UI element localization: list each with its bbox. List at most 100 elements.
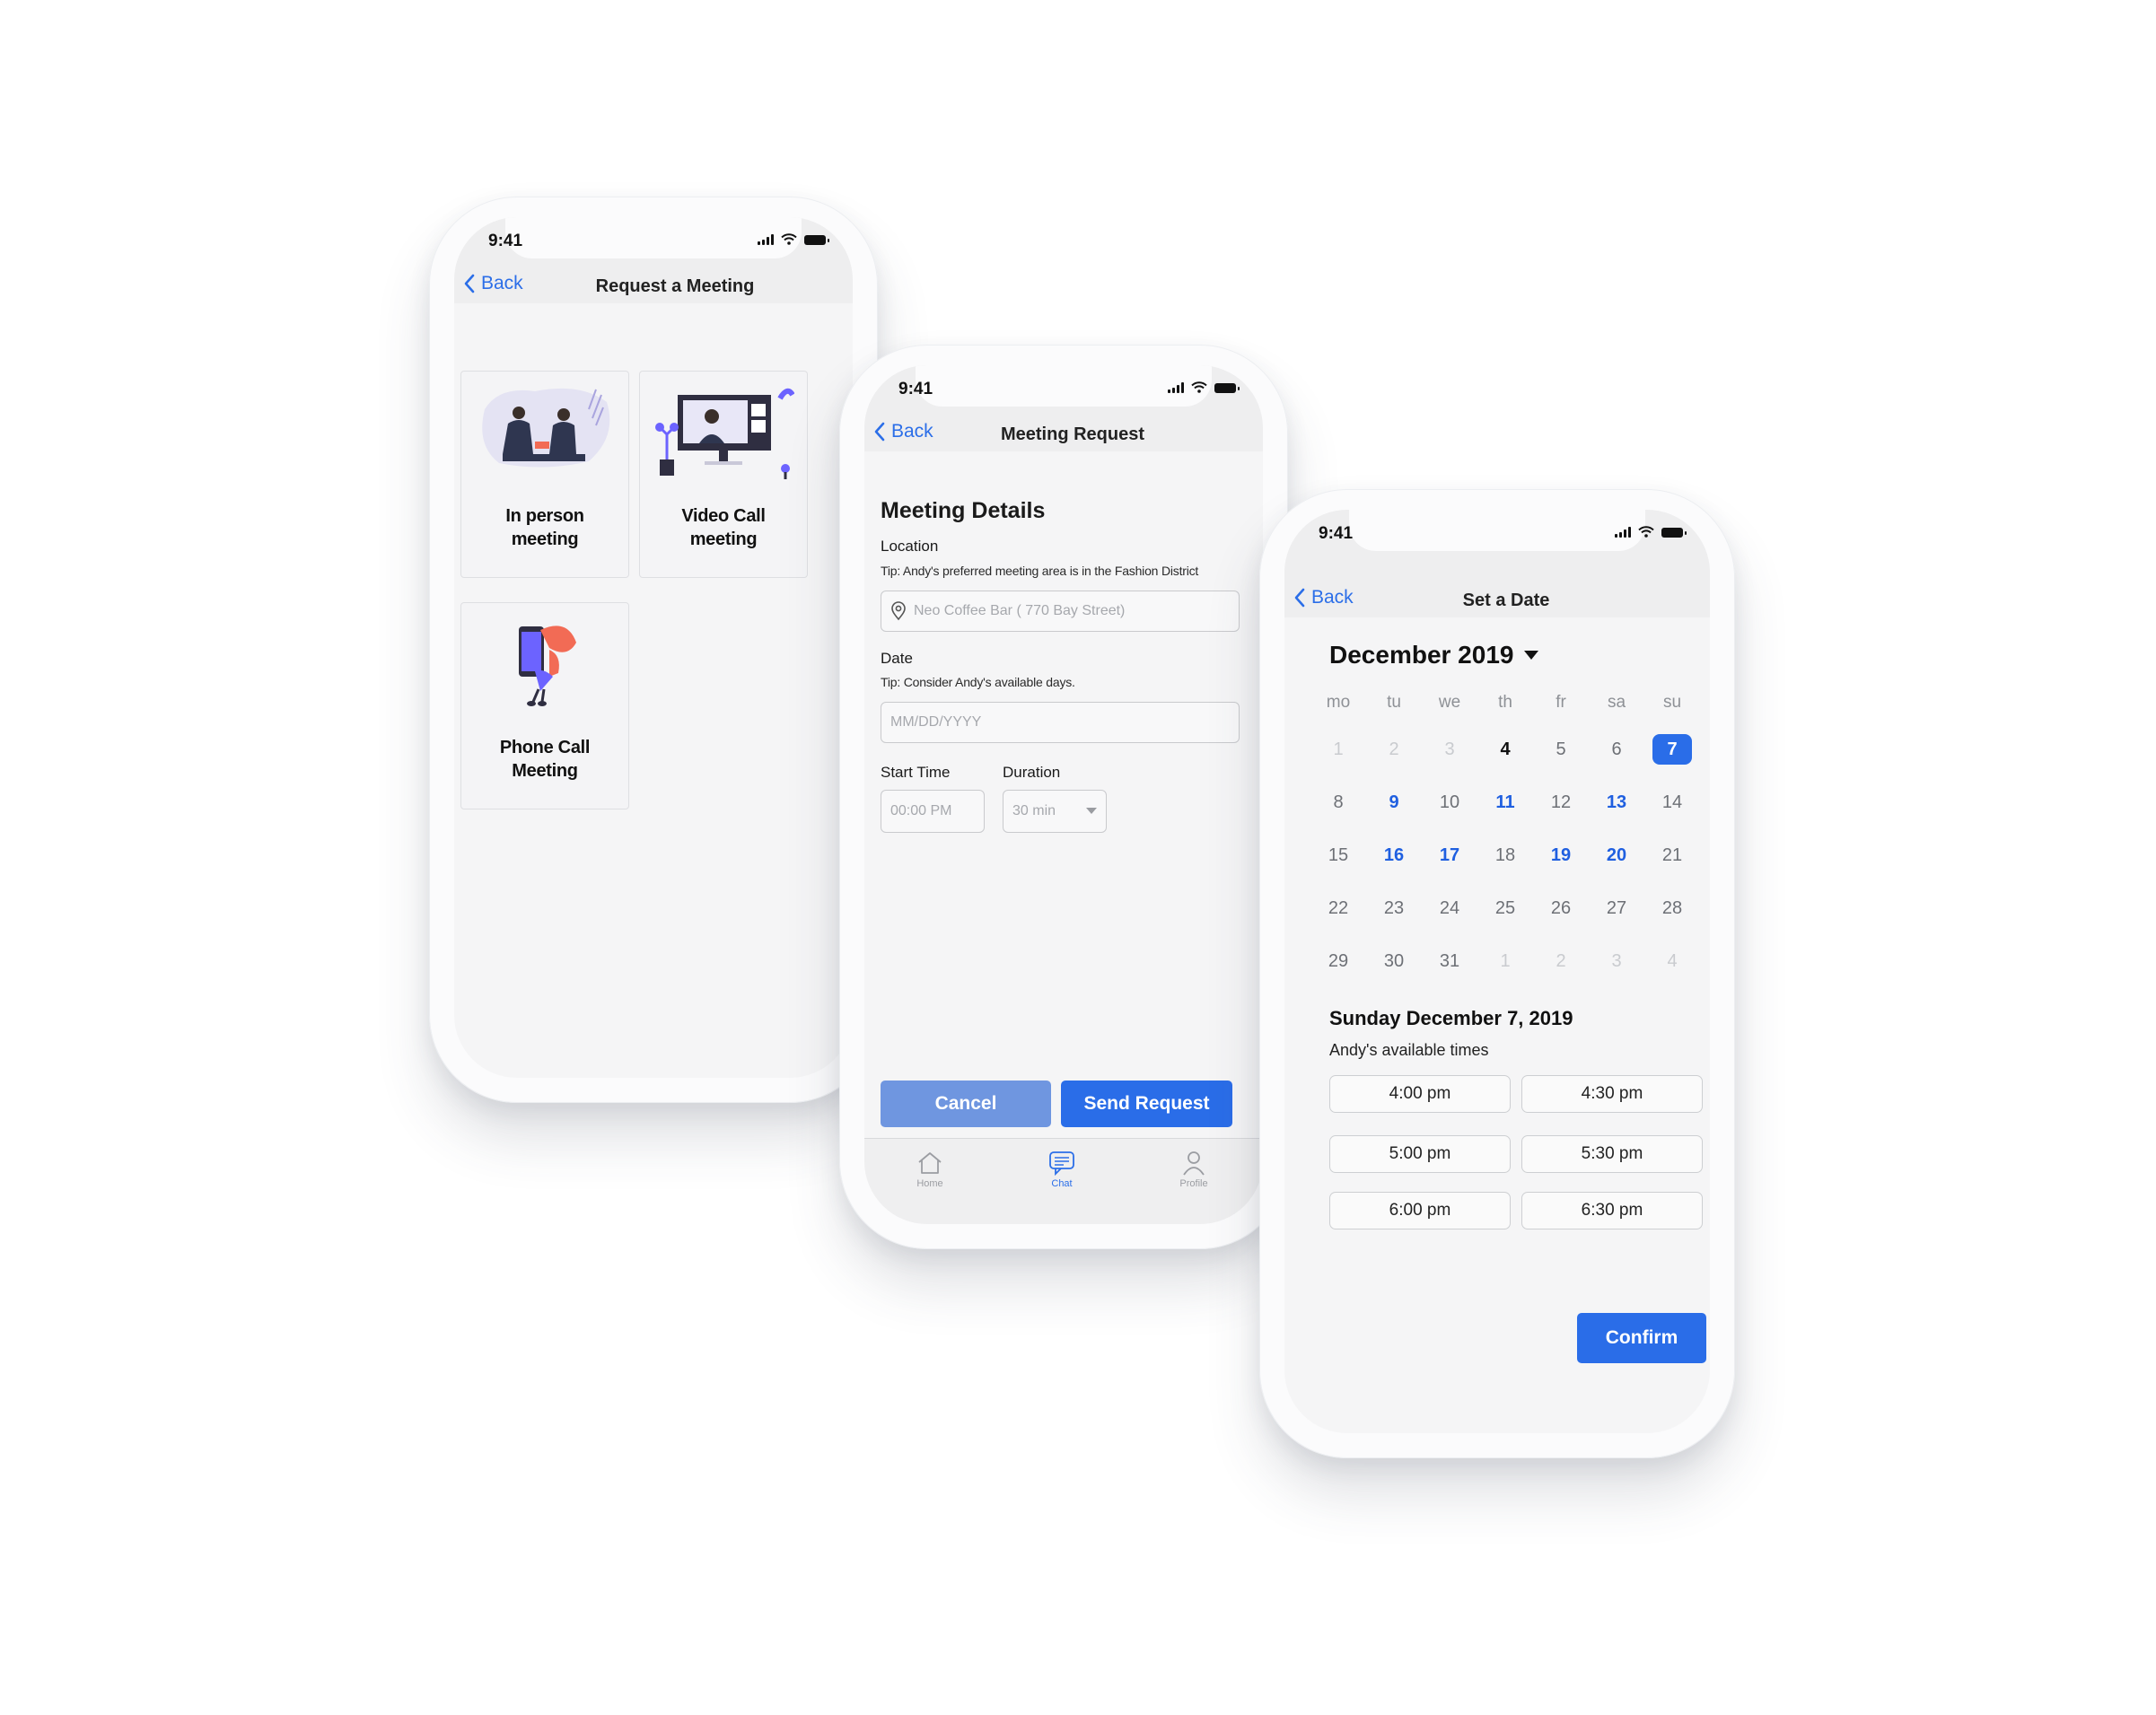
time-slot-button[interactable]: 5:00 pm: [1329, 1135, 1511, 1173]
page-title: Request a Meeting: [595, 276, 755, 296]
weekday-mo: mo: [1326, 693, 1351, 712]
date-input[interactable]: MM/DD/YYYY: [881, 702, 1240, 743]
calendar-day[interactable]: 23: [1374, 893, 1414, 923]
calendar-day: 2: [1556, 950, 1566, 971]
location-label: Location: [881, 538, 939, 555]
weekday-sa: sa: [1607, 693, 1626, 712]
calendar-day[interactable]: 5: [1541, 734, 1581, 765]
calendar-day[interactable]: 11: [1486, 787, 1525, 818]
location-input[interactable]: Neo Coffee Bar ( 770 Bay Street): [881, 591, 1240, 632]
calendar-day[interactable]: 10: [1430, 787, 1469, 818]
calendar-day[interactable]: 20: [1597, 840, 1636, 871]
status-icons: [1168, 381, 1240, 393]
send-request-button[interactable]: Send Request: [1061, 1081, 1232, 1127]
battery-icon: [1214, 383, 1240, 393]
selected-date-label: Sunday December 7, 2019: [1329, 1007, 1573, 1029]
weekday-we: we: [1438, 693, 1461, 712]
calendar-day[interactable]: 19: [1541, 840, 1581, 871]
weekday-th: th: [1498, 693, 1512, 712]
caret-down-icon: [1524, 650, 1539, 660]
calendar-day[interactable]: 28: [1652, 893, 1692, 923]
calendar-day[interactable]: 26: [1541, 893, 1581, 923]
calendar-day[interactable]: 6: [1597, 734, 1636, 765]
nav-bar: 9:41 Back Request a Meeting: [454, 217, 853, 303]
calendar-day[interactable]: 24: [1430, 893, 1469, 923]
screen: 9:41 Back Meeting Request Meeting Detail…: [864, 365, 1263, 1224]
phone-request-meeting: 9:41 Back Request a Meeting In person me…: [429, 197, 878, 1103]
calendar-day: 2: [1389, 739, 1399, 759]
calendar-day[interactable]: 22: [1319, 893, 1358, 923]
video-call-meeting-card[interactable]: Video Call meeting: [639, 371, 808, 578]
calendar-day[interactable]: 21: [1652, 840, 1692, 871]
tab-profile[interactable]: Profile: [1158, 1148, 1230, 1189]
in-person-meeting-card[interactable]: In person meeting: [460, 371, 629, 578]
signal-icon: [758, 233, 774, 245]
calendar-day: 4: [1667, 950, 1678, 971]
calendar-day[interactable]: 12: [1541, 787, 1581, 818]
screen: 9:41 Back Set a Date December 2019 mo tu…: [1284, 510, 1710, 1433]
calendar-day[interactable]: 29: [1319, 946, 1358, 976]
cancel-button[interactable]: Cancel: [881, 1081, 1051, 1127]
section-title: Meeting Details: [881, 498, 1046, 523]
confirm-button[interactable]: Confirm: [1577, 1313, 1706, 1363]
calendar-day[interactable]: 31: [1430, 946, 1469, 976]
calendar-day: 1: [1500, 950, 1511, 971]
duration-select[interactable]: 30 min: [1003, 790, 1107, 833]
time-slot-button[interactable]: 6:30 pm: [1521, 1192, 1703, 1229]
chevron-left-icon: [464, 274, 475, 293]
date-label: Date: [881, 650, 913, 667]
calendar-day: 1: [1333, 739, 1344, 759]
video-call-label: Video Call meeting: [681, 506, 766, 549]
wifi-icon: [1191, 381, 1207, 393]
tab-profile-label: Profile: [1179, 1178, 1208, 1189]
phone-call-meeting-card[interactable]: Phone Call Meeting: [460, 602, 629, 809]
start-time-label: Start Time: [881, 764, 951, 781]
profile-icon: [1183, 1151, 1205, 1176]
calendar-day[interactable]: 18: [1486, 840, 1525, 871]
calendar-day[interactable]: 16: [1374, 840, 1414, 871]
start-time-placeholder: 00:00 PM: [890, 803, 952, 818]
status-time: 9:41: [1319, 524, 1354, 543]
start-time-input[interactable]: 00:00 PM: [881, 790, 985, 833]
time-slot-button[interactable]: 5:30 pm: [1521, 1135, 1703, 1173]
calendar-day-selected[interactable]: 7: [1652, 734, 1692, 765]
calendar-day[interactable]: 30: [1374, 946, 1414, 976]
wifi-icon: [1638, 526, 1654, 538]
phone-call-illustration-icon: [519, 626, 576, 706]
available-times-label: Andy's available times: [1329, 1041, 1489, 1059]
calendar-day[interactable]: 17: [1430, 840, 1469, 871]
calendar-day: 3: [1444, 739, 1455, 759]
tab-chat[interactable]: Chat: [1026, 1148, 1098, 1189]
calendar-day[interactable]: 4: [1486, 734, 1525, 765]
month-picker[interactable]: December 2019: [1329, 641, 1539, 669]
video-call-illustration-icon: [655, 388, 794, 479]
signal-icon: [1168, 381, 1184, 393]
calendar-day[interactable]: 14: [1652, 787, 1692, 818]
screen: 9:41 Back Request a Meeting In person me…: [454, 217, 853, 1078]
weekday-su: su: [1662, 693, 1682, 712]
time-slot-button[interactable]: 4:30 pm: [1521, 1075, 1703, 1113]
duration-label: Duration: [1003, 764, 1061, 781]
status-icons: [1615, 526, 1687, 538]
duration-value: 30 min: [1012, 803, 1056, 818]
time-slot-button[interactable]: 6:00 pm: [1329, 1192, 1511, 1229]
tab-home[interactable]: Home: [894, 1148, 966, 1189]
battery-icon: [1661, 528, 1687, 538]
status-time: 9:41: [488, 232, 523, 250]
calendar-day[interactable]: 8: [1319, 787, 1358, 818]
calendar-day[interactable]: 27: [1597, 893, 1636, 923]
location-tip: Tip: Andy's preferred meeting area is in…: [881, 564, 1199, 578]
location-placeholder: Neo Coffee Bar ( 770 Bay Street): [914, 603, 1126, 618]
weekday-tu: tu: [1387, 693, 1401, 712]
home-icon: [918, 1152, 942, 1174]
battery-icon: [804, 235, 829, 245]
calendar-day[interactable]: 15: [1319, 840, 1358, 871]
date-tip: Tip: Consider Andy's available days.: [881, 675, 1075, 689]
calendar-day[interactable]: 13: [1597, 787, 1636, 818]
calendar-day[interactable]: 25: [1486, 893, 1525, 923]
time-slot-button[interactable]: 4:00 pm: [1329, 1075, 1511, 1113]
calendar-day[interactable]: 9: [1374, 787, 1414, 818]
in-person-illustration-icon: [482, 388, 610, 468]
caret-down-icon: [1086, 808, 1097, 814]
date-placeholder: MM/DD/YYYY: [890, 714, 982, 730]
